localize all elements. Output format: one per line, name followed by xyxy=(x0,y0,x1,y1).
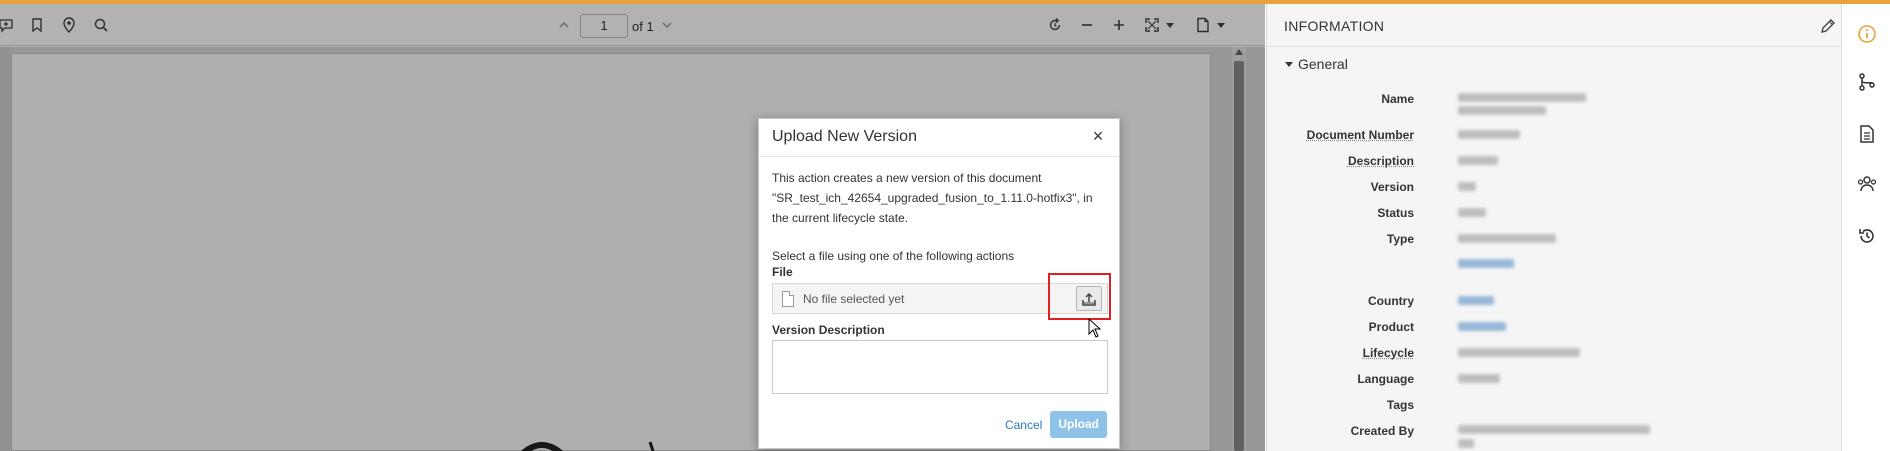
annotation-highlight-box xyxy=(1048,273,1111,320)
history-icon[interactable] xyxy=(1856,225,1878,247)
property-label-product: Product xyxy=(1368,320,1414,334)
information-panel: INFORMATION General Name Document Number… xyxy=(1266,4,1842,451)
property-value-redacted xyxy=(1458,93,1586,102)
branch-icon[interactable] xyxy=(1856,71,1878,93)
property-value-redacted xyxy=(1458,348,1580,357)
property-value-redacted xyxy=(1458,208,1486,217)
file-icon xyxy=(782,291,794,307)
select-file-hint: Select a file using one of the following… xyxy=(772,249,1015,263)
property-label-description: Description xyxy=(1347,154,1414,168)
property-label-name: Name xyxy=(1381,92,1414,106)
property-value-redacted xyxy=(1458,439,1474,448)
property-value-redacted-link[interactable] xyxy=(1458,259,1514,268)
caret-down-icon xyxy=(1285,62,1293,67)
property-value-redacted xyxy=(1458,425,1650,434)
dialog-footer: Cancel Upload xyxy=(1005,411,1107,438)
property-label-status: Status xyxy=(1377,206,1414,220)
property-label-tags: Tags xyxy=(1386,398,1414,412)
property-value-redacted xyxy=(1458,182,1476,191)
mouse-cursor-icon xyxy=(1088,318,1102,338)
property-label-country: Country xyxy=(1368,294,1414,308)
info-panel-divider xyxy=(1267,46,1842,47)
property-value-redacted xyxy=(1458,234,1556,243)
property-value-redacted-link[interactable] xyxy=(1458,322,1506,331)
people-icon[interactable] xyxy=(1856,173,1878,195)
info-panel-title: INFORMATION xyxy=(1284,18,1385,34)
edit-pencil-icon[interactable] xyxy=(1820,18,1836,34)
right-icon-rail xyxy=(1841,4,1890,451)
general-section-label: General xyxy=(1298,56,1348,72)
property-label-created-by: Created By xyxy=(1350,424,1414,438)
dialog-header: Upload New Version × xyxy=(759,119,1119,157)
version-description-label: Version Description xyxy=(772,323,885,337)
general-section-header[interactable]: General xyxy=(1285,56,1348,72)
dialog-description: This action creates a new version of thi… xyxy=(772,171,1093,225)
property-value-redacted xyxy=(1458,106,1546,115)
upload-button[interactable]: Upload xyxy=(1050,411,1107,438)
property-label-version: Version xyxy=(1370,180,1414,194)
info-icon[interactable] xyxy=(1856,23,1878,45)
property-value-redacted xyxy=(1458,156,1498,165)
property-label-language: Language xyxy=(1357,372,1414,386)
close-icon[interactable]: × xyxy=(1089,127,1107,145)
property-value-redacted-link[interactable] xyxy=(1458,296,1494,305)
document-icon[interactable] xyxy=(1856,123,1878,145)
property-label-type: Type xyxy=(1386,232,1414,246)
dialog-title: Upload New Version xyxy=(772,128,917,145)
property-label-lifecycle: Lifecycle xyxy=(1362,346,1414,360)
version-description-textarea[interactable] xyxy=(772,340,1108,394)
property-value-redacted xyxy=(1458,130,1520,139)
property-value-redacted xyxy=(1458,374,1500,383)
cancel-button[interactable]: Cancel xyxy=(1005,418,1042,432)
property-label-document-number: Document Number xyxy=(1306,128,1414,142)
file-placeholder: No file selected yet xyxy=(803,292,905,306)
